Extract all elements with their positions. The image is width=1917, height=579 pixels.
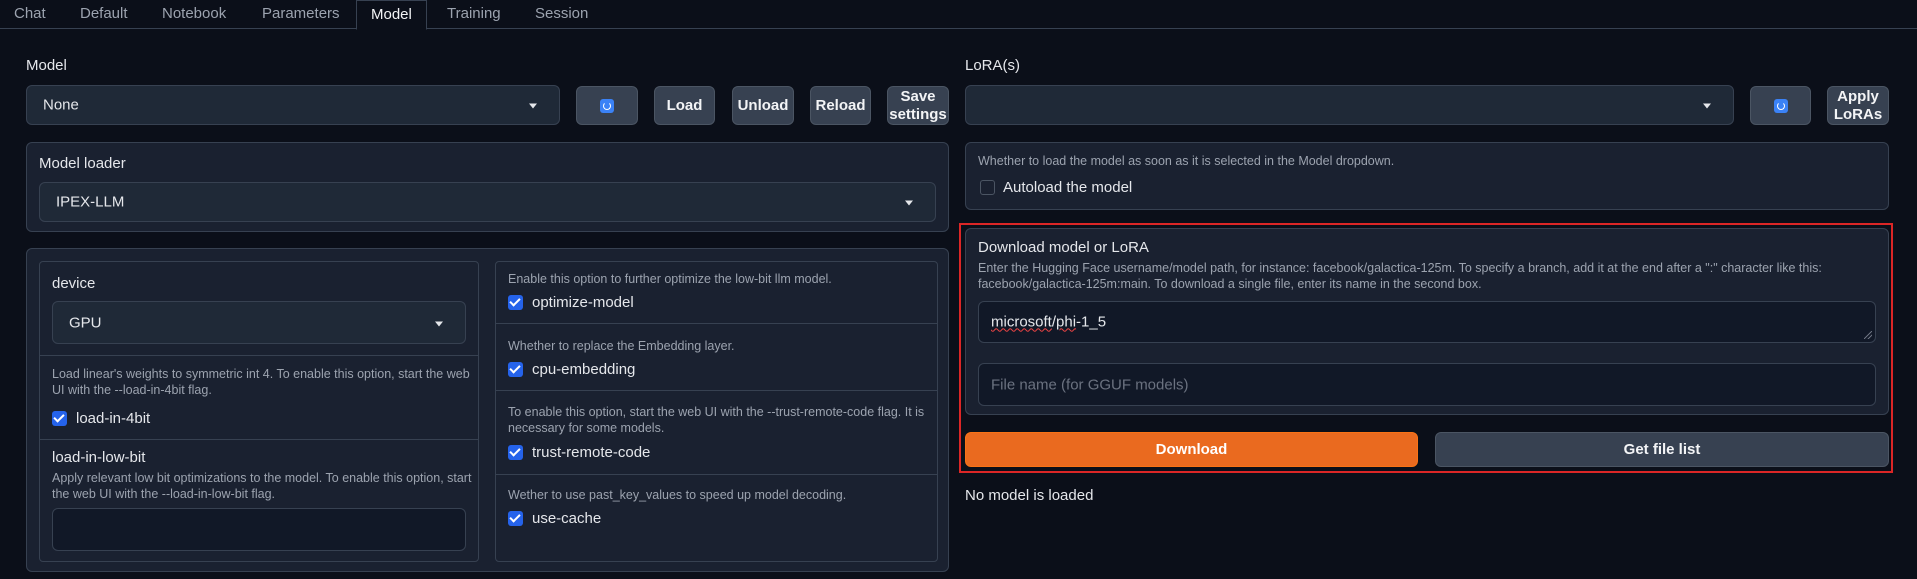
trust-remote-code-label: trust-remote-code [532,444,651,461]
file-name-placeholder: File name (for GGUF models) [991,376,1189,393]
cpu-embedding-checkbox[interactable] [508,362,523,377]
model-path-value-d: -1_5 [1076,313,1107,331]
device-value: GPU [69,314,102,331]
autoload-panel: Whether to load the model as soon as it … [965,142,1889,210]
lora-label: LoRA(s) [965,57,1021,74]
load-in-low-bit-label: load-in-low-bit [52,449,146,466]
tab-notebook[interactable]: Notebook [148,0,240,29]
load-in-low-bit-info: Apply relevant low bit optimizations to … [52,471,472,501]
tab-training[interactable]: Training [433,0,515,29]
apply-loras-line1: Apply [1837,87,1879,105]
save-settings-line2: settings [889,105,947,123]
optimize-model-info: Enable this option to further optimize t… [508,272,832,286]
use-cache-info: Wether to use past_key_values to speed u… [508,488,847,502]
tab-model[interactable]: Model [356,0,427,30]
chevron-down-icon [529,103,537,109]
device-label: device [52,275,96,292]
tab-session[interactable]: Session [521,0,602,29]
file-name-input[interactable]: File name (for GGUF models) [978,363,1876,406]
right-options-group: Enable this option to further optimize t… [495,261,938,562]
lora-dropdown[interactable] [965,85,1734,125]
tab-default[interactable]: Default [66,0,142,29]
model-label: Model [26,57,67,74]
left-options-group: device GPU Load linear's weights to symm… [39,261,479,562]
model-path-value: microsoft/phi-1_5 [991,314,1106,331]
model-dropdown-value: None [43,96,79,114]
autoload-label: Autoload the model [1003,179,1133,196]
tab-chat[interactable]: Chat [0,0,60,29]
optimize-model-checkbox[interactable] [508,295,523,310]
model-path-input[interactable]: microsoft/phi-1_5 [978,301,1876,343]
model-dropdown[interactable]: None [26,85,560,125]
model-loader-panel: Model loader IPEX-LLM [26,142,949,232]
divider [496,474,937,475]
autoload-checkbox[interactable] [980,180,995,195]
save-settings-button[interactable]: Save settings [887,86,949,125]
model-loader-dropdown[interactable]: IPEX-LLM [39,182,936,222]
divider [496,390,937,391]
tab-bar: Chat Default Notebook Parameters Model T… [0,0,1917,30]
unload-button[interactable]: Unload [732,86,794,125]
load-in-4bit-checkbox[interactable] [52,411,67,426]
refresh-icon [600,98,614,113]
divider [496,323,937,324]
reload-button[interactable]: Reload [810,86,871,125]
use-cache-checkbox[interactable] [508,511,523,526]
cpu-embedding-info: Whether to replace the Embedding layer. [508,339,735,353]
download-button[interactable]: Download [965,432,1418,467]
download-panel: Download model or LoRA Enter the Hugging… [965,228,1889,415]
trust-remote-code-info: To enable this option, start the web UI … [508,405,925,435]
apply-loras-line2: LoRAs [1833,105,1883,123]
load-in-4bit-info: Load linear's weights to symmetric int 4… [52,367,470,397]
download-title: Download model or LoRA [978,239,1149,256]
device-dropdown[interactable]: GPU [52,301,466,344]
refresh-icon [1773,98,1788,113]
refresh-loras-button[interactable] [1750,86,1811,125]
load-in-4bit-label: load-in-4bit [76,410,151,427]
model-path-value-a: microsoft [991,313,1052,331]
load-button[interactable]: Load [654,86,715,125]
chevron-down-icon [435,321,443,326]
refresh-models-button[interactable] [576,86,638,125]
get-file-list-button[interactable]: Get file list [1435,432,1889,467]
apply-loras-button[interactable]: Apply LoRAs [1827,86,1889,125]
cpu-embedding-label: cpu-embedding [532,361,636,378]
model-path-value-c: phi [1056,313,1077,331]
chevron-down-icon [905,200,913,206]
divider [40,439,478,440]
save-settings-line1: Save [900,87,936,105]
chevron-down-icon [1703,103,1711,109]
model-status-text: No model is loaded [965,487,1094,504]
tab-parameters[interactable]: Parameters [248,0,354,29]
model-loader-label: Model loader [39,155,126,172]
trust-remote-code-checkbox[interactable] [508,445,523,460]
loader-options-panel: device GPU Load linear's weights to symm… [26,248,949,572]
optimize-model-label: optimize-model [532,294,634,311]
load-in-low-bit-input[interactable] [52,508,466,551]
use-cache-label: use-cache [532,510,602,527]
model-loader-value: IPEX-LLM [56,193,125,211]
download-info: Enter the Hugging Face username/model pa… [978,261,1822,291]
resize-grip-icon[interactable] [1864,331,1872,339]
autoload-info: Whether to load the model as soon as it … [978,154,1395,168]
divider [40,355,478,356]
